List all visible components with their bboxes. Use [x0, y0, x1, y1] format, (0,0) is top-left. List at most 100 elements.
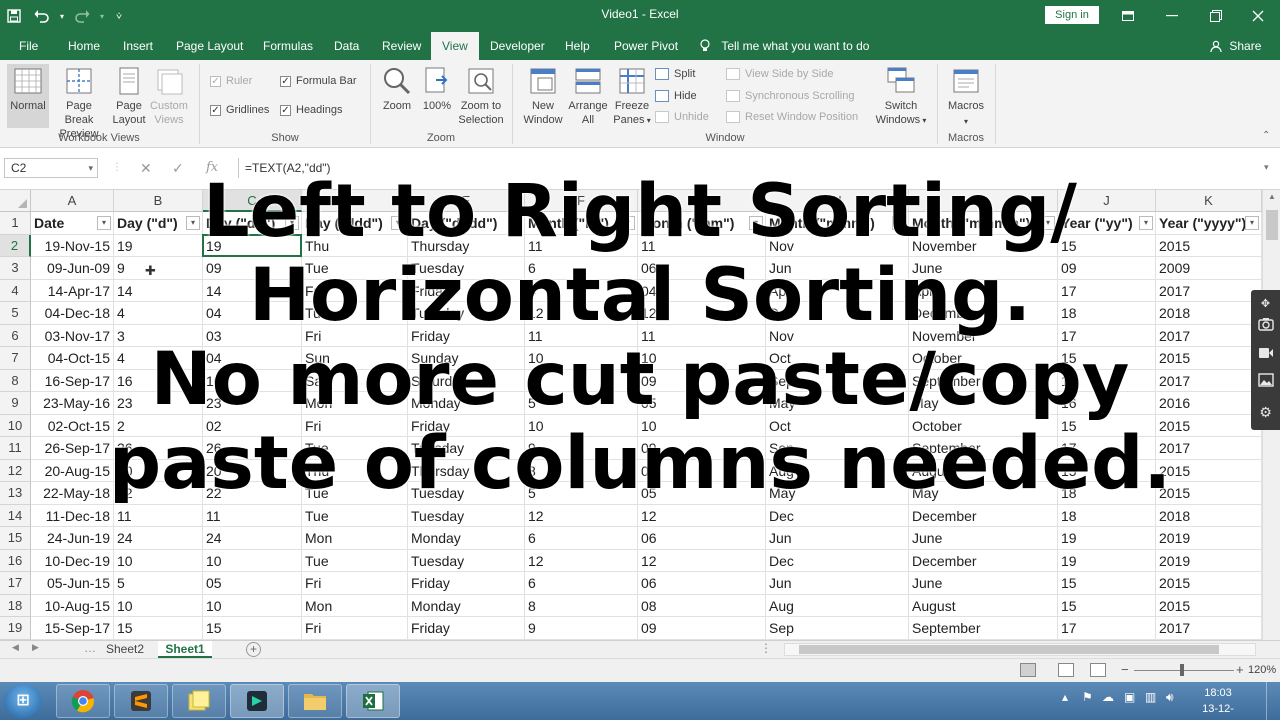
- row-header-12[interactable]: 12: [0, 459, 31, 482]
- sign-in-button[interactable]: Sign in: [1045, 6, 1099, 24]
- table-header-cell[interactable]: Month ("mmmm") ▾: [909, 212, 1058, 235]
- table-cell[interactable]: 15: [1058, 572, 1156, 595]
- redo-dropdown-icon[interactable]: ▾: [96, 0, 108, 32]
- table-cell[interactable]: 16-Sep-17: [31, 369, 114, 392]
- table-cell[interactable]: 02-Oct-15: [31, 414, 114, 437]
- table-cell[interactable]: 04-Oct-15: [31, 347, 114, 370]
- table-cell[interactable]: 17: [1058, 324, 1156, 347]
- table-cell[interactable]: 2017: [1156, 369, 1262, 392]
- view-side-by-side-button[interactable]: View Side by Side: [726, 66, 833, 82]
- table-cell[interactable]: 19-Nov-15: [31, 234, 114, 257]
- table-header-cell[interactable]: Day ("dd") ▾: [203, 212, 302, 235]
- table-cell[interactable]: 16: [1058, 392, 1156, 415]
- horizontal-scrollbar[interactable]: [784, 643, 1256, 656]
- table-cell[interactable]: 10-Dec-19: [31, 549, 114, 572]
- new-sheet-button[interactable]: +: [246, 642, 261, 657]
- table-cell[interactable]: 09: [638, 617, 766, 640]
- table-cell[interactable]: Tue: [302, 302, 408, 325]
- table-cell[interactable]: Tuesday: [408, 504, 525, 527]
- table-cell[interactable]: 9: [114, 257, 203, 280]
- insert-function-button[interactable]: fx: [206, 160, 218, 175]
- cancel-icon[interactable]: ✕: [140, 160, 152, 177]
- table-cell[interactable]: May: [909, 392, 1058, 415]
- zoom-button[interactable]: Zoom: [378, 66, 416, 113]
- video-camera-icon[interactable]: [1251, 340, 1280, 368]
- headings-checkbox[interactable]: ✓ Headings: [280, 102, 342, 118]
- filter-dropdown-icon[interactable]: ▾: [749, 216, 763, 230]
- filter-dropdown-icon[interactable]: ▾: [97, 216, 111, 230]
- table-cell[interactable]: 17: [1058, 369, 1156, 392]
- worksheet-grid[interactable]: A B C D E F G H I J K 1 2 3 4 5 6 7 8 9 10 11 12 13 14 15 16 17 18 19…: [0, 190, 1262, 640]
- table-cell[interactable]: 05: [638, 482, 766, 505]
- table-cell[interactable]: 18: [1058, 504, 1156, 527]
- table-cell[interactable]: Nov: [766, 234, 909, 257]
- zoom-level[interactable]: 120%: [1248, 664, 1276, 676]
- taskbar-clock[interactable]: 18:03 13-12-2019: [1190, 685, 1246, 720]
- show-desktop-button[interactable]: [1266, 682, 1280, 720]
- name-box[interactable]: C2 ▾: [4, 158, 98, 178]
- table-cell[interactable]: 22-May-18: [31, 482, 114, 505]
- table-cell[interactable]: 2015: [1156, 482, 1262, 505]
- taskbar-file-explorer[interactable]: [288, 684, 342, 718]
- tab-power-pivot[interactable]: Power Pivot: [614, 32, 678, 60]
- table-cell[interactable]: August: [909, 459, 1058, 482]
- table-cell[interactable]: 12: [525, 302, 638, 325]
- table-cell[interactable]: 2: [114, 414, 203, 437]
- column-header-a[interactable]: A: [31, 190, 114, 212]
- table-cell[interactable]: 15: [1058, 234, 1156, 257]
- table-cell[interactable]: 26-Sep-17: [31, 437, 114, 460]
- row-header-11[interactable]: 11: [0, 437, 31, 460]
- table-cell[interactable]: 10: [203, 594, 302, 617]
- sheet-scroll-left-icon[interactable]: ◀: [12, 642, 19, 653]
- table-cell[interactable]: Tue: [302, 482, 408, 505]
- undo-icon[interactable]: [28, 0, 56, 32]
- table-cell[interactable]: 10: [203, 549, 302, 572]
- table-cell[interactable]: 4: [114, 302, 203, 325]
- sheet-scroll-right-icon[interactable]: ▶: [32, 642, 39, 653]
- table-cell[interactable]: 06: [638, 257, 766, 280]
- table-cell[interactable]: 02: [203, 414, 302, 437]
- tray-network-icon[interactable]: ▥: [1145, 690, 1156, 704]
- switch-windows-button[interactable]: Switch Windows ▾: [872, 66, 930, 128]
- table-cell[interactable]: Friday: [408, 279, 525, 302]
- table-cell[interactable]: 22: [114, 482, 203, 505]
- table-cell[interactable]: 10-Aug-15: [31, 594, 114, 617]
- table-cell[interactable]: April: [909, 279, 1058, 302]
- table-cell[interactable]: 11: [638, 234, 766, 257]
- sheet-ellipsis-icon[interactable]: …: [84, 641, 96, 655]
- macros-button[interactable]: Macros ▾: [944, 66, 988, 129]
- table-cell[interactable]: Tuesday: [408, 482, 525, 505]
- table-cell[interactable]: June: [909, 572, 1058, 595]
- table-cell[interactable]: 24: [203, 527, 302, 550]
- table-cell[interactable]: December: [909, 302, 1058, 325]
- table-cell[interactable]: 2015: [1156, 594, 1262, 617]
- ruler-checkbox[interactable]: ✓ Ruler: [210, 73, 252, 89]
- table-cell[interactable]: Monday: [408, 527, 525, 550]
- table-cell[interactable]: 09: [638, 437, 766, 460]
- table-cell[interactable]: Tue: [302, 437, 408, 460]
- table-cell[interactable]: 9: [525, 369, 638, 392]
- column-header-e[interactable]: E: [408, 190, 525, 212]
- table-cell[interactable]: Sat: [302, 369, 408, 392]
- table-cell[interactable]: 04: [203, 302, 302, 325]
- table-cell[interactable]: 5: [525, 392, 638, 415]
- table-cell[interactable]: 5: [525, 482, 638, 505]
- row-header-4[interactable]: 4: [0, 279, 31, 302]
- row-header-15[interactable]: 15: [0, 527, 31, 550]
- table-cell[interactable]: Thursday: [408, 234, 525, 257]
- table-cell[interactable]: 2015: [1156, 347, 1262, 370]
- table-cell[interactable]: Oct: [766, 414, 909, 437]
- column-header-j[interactable]: J: [1058, 190, 1156, 212]
- tray-flag-icon[interactable]: ⚑: [1082, 690, 1093, 704]
- table-cell[interactable]: 2018: [1156, 302, 1262, 325]
- table-cell[interactable]: 11: [114, 504, 203, 527]
- table-cell[interactable]: Fri: [302, 617, 408, 640]
- tray-device-icon[interactable]: ▣: [1124, 690, 1135, 704]
- page-break-status-icon[interactable]: [1090, 663, 1106, 677]
- normal-view-button[interactable]: Normal: [7, 64, 49, 128]
- formula-bar-checkbox[interactable]: ✓ Formula Bar: [280, 73, 357, 89]
- filter-dropdown-icon[interactable]: ▾: [508, 216, 522, 230]
- row-header-3[interactable]: 3: [0, 257, 31, 280]
- zoom-out-icon[interactable]: −: [1121, 662, 1129, 677]
- table-cell[interactable]: 04: [203, 347, 302, 370]
